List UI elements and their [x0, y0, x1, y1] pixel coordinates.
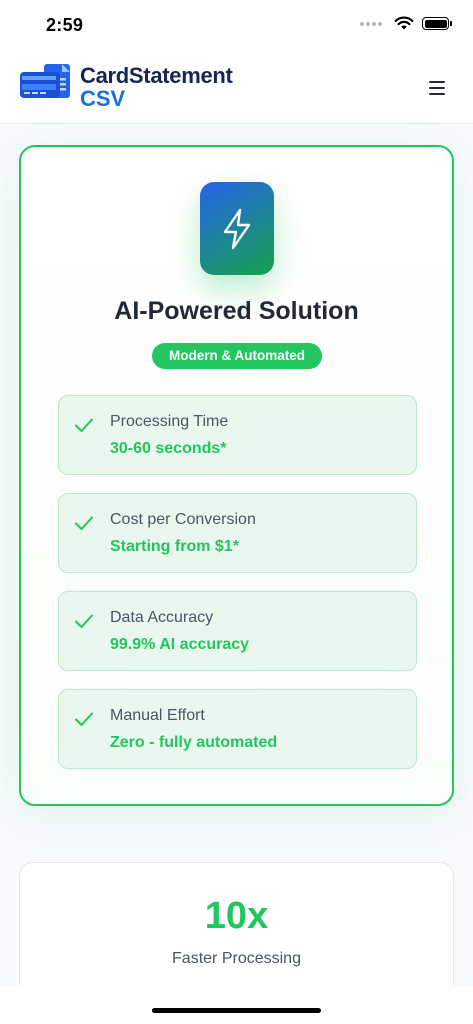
check-icon: [75, 516, 93, 530]
status-bar: 2:59: [0, 0, 473, 50]
lightning-bolt-glyph: [223, 208, 251, 249]
card-title: AI-Powered Solution: [114, 297, 359, 325]
feature-label: Cost per Conversion: [110, 511, 256, 528]
battery-fill: [424, 19, 447, 28]
stat-label: Faster Processing: [172, 950, 301, 967]
status-icons: [360, 16, 452, 31]
cellular-dots-icon: [360, 21, 382, 26]
feature-label: Processing Time: [110, 413, 229, 430]
check-icon: [75, 418, 93, 432]
feature-item-processing-time: Processing Time 30-60 seconds*: [58, 395, 417, 475]
feature-item-manual-effort: Manual Effort Zero - fully automated: [58, 689, 417, 769]
lightning-bolt-icon: [200, 182, 274, 275]
status-badge: Modern & Automated: [152, 343, 322, 369]
stat-value: 10x: [204, 895, 269, 937]
feature-item-cost-per-conversion: Cost per Conversion Starting from $1*: [58, 493, 417, 573]
wifi-icon: [394, 16, 414, 30]
site-header: CardStatement CSV: [0, 50, 473, 124]
page: 2:59 CardStatement CSV AI-Powered Soluti…: [0, 0, 473, 1024]
brand-name[interactable]: CardStatement: [80, 64, 233, 88]
brand-suffix[interactable]: CSV: [80, 87, 125, 111]
feature-label: Data Accuracy: [110, 609, 214, 626]
status-time: 2:59: [46, 15, 84, 35]
feature-value: 30-60 seconds*: [110, 440, 227, 457]
feature-value: 99.9% AI accuracy: [110, 636, 250, 653]
home-indicator[interactable]: [152, 1008, 321, 1013]
ai-solution-card: AI-Powered Solution Modern & Automated P…: [19, 145, 454, 806]
battery-icon: [422, 17, 452, 30]
home-indicator-area: [0, 985, 473, 1024]
check-icon: [75, 712, 93, 726]
check-icon: [75, 614, 93, 628]
credit-card-document-icon[interactable]: [18, 62, 74, 110]
feature-value: Starting from $1*: [110, 538, 239, 555]
hamburger-menu-icon[interactable]: [425, 78, 449, 98]
feature-label: Manual Effort: [110, 707, 205, 724]
feature-value: Zero - fully automated: [110, 734, 278, 751]
feature-item-data-accuracy: Data Accuracy 99.9% AI accuracy: [58, 591, 417, 671]
